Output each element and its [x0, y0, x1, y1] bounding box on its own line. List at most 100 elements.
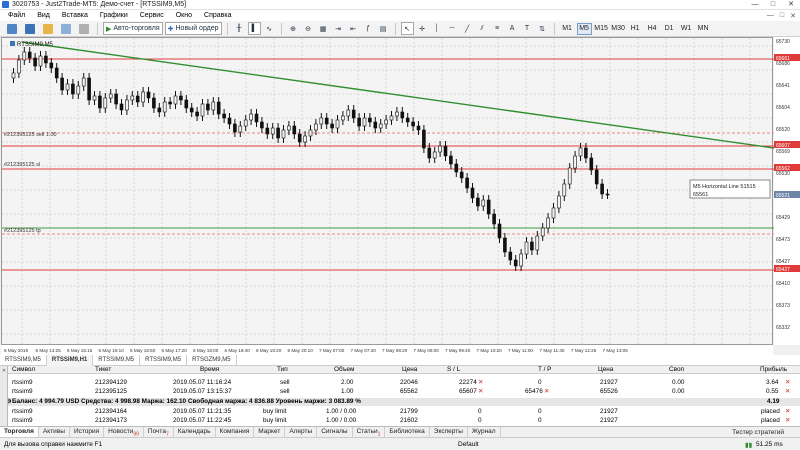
tab-calendar[interactable]: Календарь	[174, 427, 216, 437]
market-watch-button[interactable]	[40, 22, 56, 35]
menu-help[interactable]: Справка	[204, 12, 231, 19]
tab-experts[interactable]: Эксперты	[430, 427, 468, 437]
timeframe-m15[interactable]: M15	[594, 23, 609, 35]
algo-trading-button[interactable]: ▶ Авто-торговля	[103, 22, 163, 35]
tab-company[interactable]: Компания	[216, 427, 255, 437]
delete-order-icon[interactable]: ✕	[785, 417, 790, 425]
timeframe-h4[interactable]: H4	[645, 23, 660, 35]
profiles-button[interactable]	[22, 22, 38, 35]
tile-windows-button[interactable]: ▦	[317, 22, 330, 35]
col-time[interactable]: Время	[200, 366, 219, 374]
tab-market[interactable]: Маркет	[254, 427, 286, 437]
indicators-button[interactable]: ƒ	[362, 22, 375, 35]
position-tp[interactable]: 65476	[525, 388, 543, 396]
remove-tp-icon[interactable]: ✕	[544, 388, 549, 396]
timeframe-m1[interactable]: M1	[560, 23, 575, 35]
arrows-button[interactable]: ⇅	[536, 22, 549, 35]
chart-shift-button[interactable]: ⇤	[347, 22, 360, 35]
candlestick-button[interactable]: ▌	[247, 22, 261, 35]
bar-chart-button[interactable]: ╫	[233, 22, 246, 35]
timeframe-m30[interactable]: M30	[611, 23, 626, 35]
autoscroll-button[interactable]: ⇥	[332, 22, 345, 35]
col-tp[interactable]: T / P	[538, 366, 551, 374]
timeframe-mn[interactable]: MN	[696, 23, 711, 35]
position-row[interactable]: ▪ rtssim9 212395125 2019.05.07 13:15:37 …	[0, 388, 800, 396]
text-tool-button[interactable]: A	[506, 22, 519, 35]
col-volume[interactable]: Объем	[334, 366, 354, 374]
child-close-button[interactable]: ✕	[790, 12, 796, 20]
trendline-button[interactable]: ╱	[461, 22, 474, 35]
tab-articles[interactable]: Статьи1	[353, 427, 386, 437]
cursor-button[interactable]: ↖	[400, 22, 414, 35]
new-chart-button[interactable]	[4, 22, 20, 35]
col-ticket[interactable]: Тикет	[95, 366, 111, 374]
order-tp[interactable]: 0	[538, 408, 542, 416]
col-symbol[interactable]: Символ	[12, 366, 35, 374]
col-sl[interactable]: S / L	[447, 366, 460, 374]
zoom-out-button[interactable]: ⊖	[302, 22, 315, 35]
menu-view[interactable]: Вид	[37, 12, 50, 19]
tab-alerts[interactable]: Алерты	[285, 427, 318, 437]
fibonacci-button[interactable]: ≡	[491, 22, 504, 35]
timeframe-d1[interactable]: D1	[662, 23, 677, 35]
tab-exposure[interactable]: Активы	[39, 427, 70, 437]
minimize-button[interactable]: —	[746, 0, 764, 10]
text-label-button[interactable]: T	[521, 22, 534, 35]
order-tp[interactable]: 0	[538, 417, 542, 425]
position-tp[interactable]: 0	[538, 379, 542, 387]
tab-news[interactable]: Новости99	[104, 427, 144, 437]
strategy-tester-button[interactable]: Тестер стратегий	[732, 429, 784, 436]
position-row[interactable]: ▪ rtssim9 212394129 2019.05.07 11:16:24 …	[0, 379, 800, 387]
order-row[interactable]: rtssim9 212394173 2019.05.07 11:22:45 bu…	[0, 417, 800, 425]
chart-window[interactable]: #212395125 sell 1.00 #212395125 sl #212395…	[0, 37, 800, 355]
tab-library[interactable]: Библиотека	[385, 427, 430, 437]
tab-mailbox[interactable]: Почта7	[144, 427, 174, 437]
templates-button[interactable]: ▤	[377, 22, 390, 35]
col-price[interactable]: Цена	[402, 366, 417, 374]
menu-insert[interactable]: Вставка	[62, 12, 88, 19]
chart-tab-4[interactable]: RTSSIM9,M5	[140, 354, 188, 366]
timeframe-h1[interactable]: H1	[628, 23, 643, 35]
chart-plot-area[interactable]: #212395125 sell 1.00 #212395125 sl #212395…	[1, 37, 774, 346]
vertical-line-button[interactable]: │	[431, 22, 444, 35]
tab-trade[interactable]: Торговля	[0, 427, 39, 437]
tab-signals[interactable]: Сигналы	[317, 427, 353, 437]
chart-tab-2[interactable]: RTSSIM9,H1	[46, 354, 94, 366]
navigator-button[interactable]	[58, 22, 74, 35]
time-axis[interactable]: 6 May 2019 6 May 14:25 6 May 15:15 6 May 16…	[1, 345, 773, 355]
tab-history[interactable]: История	[70, 427, 105, 437]
remove-sl-icon[interactable]: ✕	[478, 388, 483, 396]
price-chart[interactable]: #212395125 sell 1.00 #212395125 sl #212395…	[2, 38, 774, 346]
menu-tools[interactable]: Сервис	[140, 12, 164, 19]
crosshair-button[interactable]: ✛	[416, 22, 429, 35]
remove-sl-icon[interactable]: ✕	[478, 379, 483, 387]
position-sl[interactable]: 22274	[459, 379, 477, 387]
price-axis[interactable]: 6573065686656416560465520655696553065495…	[774, 37, 800, 345]
new-order-button[interactable]: ✚ Новый ордер	[164, 22, 222, 35]
chart-tab-1[interactable]: RTSSIM9,M5	[0, 354, 47, 366]
order-row[interactable]: rtssim9 212394164 2019.05.07 11:21:35 bu…	[0, 408, 800, 416]
maximize-button[interactable]: □	[764, 0, 782, 10]
timeframe-w1[interactable]: W1	[679, 23, 694, 35]
close-button[interactable]: ✕	[782, 0, 800, 10]
tab-journal[interactable]: Журнал	[468, 427, 501, 437]
zoom-in-button[interactable]: ⊕	[287, 22, 300, 35]
col-type[interactable]: Тип	[277, 366, 288, 374]
order-sl[interactable]: 0	[478, 417, 482, 425]
menu-charts[interactable]: Графики	[100, 12, 128, 19]
col-cur-price[interactable]: Цена	[598, 366, 613, 374]
line-chart-button[interactable]: ∿	[263, 22, 276, 35]
data-window-button[interactable]	[76, 22, 92, 35]
child-restore-button[interactable]: □	[780, 12, 784, 19]
delete-order-icon[interactable]: ✕	[785, 408, 790, 416]
child-minimize-button[interactable]: —	[767, 12, 774, 19]
col-profit[interactable]: Прибыль	[760, 366, 787, 374]
close-position-icon[interactable]: ✕	[785, 379, 790, 387]
close-position-icon[interactable]: ✕	[785, 388, 790, 396]
menu-window[interactable]: Окно	[176, 12, 192, 19]
menu-file[interactable]: Файл	[8, 12, 25, 19]
chart-tab-3[interactable]: RTSSIM9,M5	[93, 354, 141, 366]
chart-tab-5[interactable]: RTSGZM9,M5	[187, 354, 237, 366]
position-sl[interactable]: 65607	[459, 388, 477, 396]
equidistant-channel-button[interactable]: ⫽	[476, 22, 489, 35]
